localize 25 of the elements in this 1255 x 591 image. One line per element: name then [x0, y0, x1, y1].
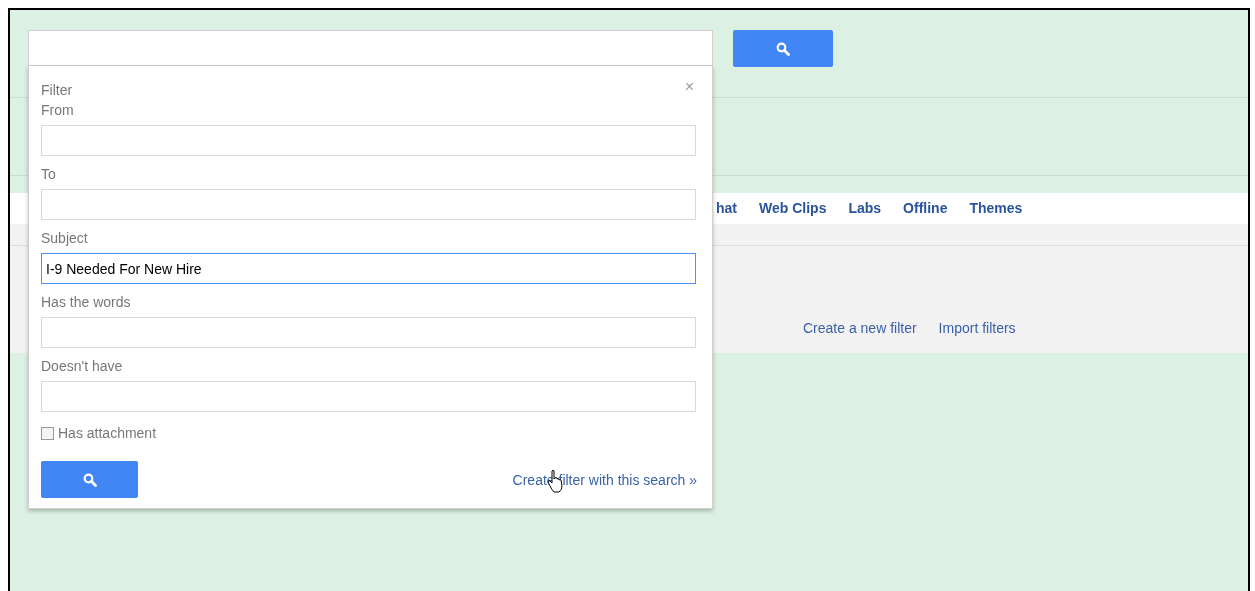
- settings-tab[interactable]: hat: [716, 198, 737, 219]
- attachment-label: Has attachment: [58, 424, 157, 443]
- filter-link[interactable]: Import filters: [938, 318, 1016, 339]
- field-label: From: [41, 101, 74, 119]
- settings-tab[interactable]: Themes: [969, 198, 1023, 219]
- search-icon: [776, 41, 790, 56]
- search-icon: [82, 472, 97, 487]
- field-label: Has the words: [41, 293, 131, 311]
- search-button[interactable]: [41, 461, 138, 498]
- attachment-checkbox[interactable]: [41, 427, 54, 440]
- settings-tab[interactable]: Web Clips: [759, 198, 827, 219]
- panel-title: Filter: [41, 81, 73, 100]
- settings-tab[interactable]: Labs: [848, 198, 882, 219]
- field-label: Subject: [41, 229, 88, 247]
- field-label: Doesn't have: [41, 357, 123, 375]
- input-field[interactable]: [41, 125, 696, 156]
- search-field[interactable]: [28, 30, 713, 66]
- settings-tab[interactable]: Offline: [903, 198, 948, 219]
- filter-link[interactable]: Create a new filter: [803, 318, 917, 339]
- input-field[interactable]: I-9 Needed For New Hire: [41, 253, 696, 284]
- field-label: To: [41, 165, 56, 183]
- input-field[interactable]: [41, 317, 696, 348]
- input-field[interactable]: [41, 189, 696, 220]
- search-button[interactable]: [733, 30, 833, 67]
- input-field[interactable]: [41, 381, 696, 412]
